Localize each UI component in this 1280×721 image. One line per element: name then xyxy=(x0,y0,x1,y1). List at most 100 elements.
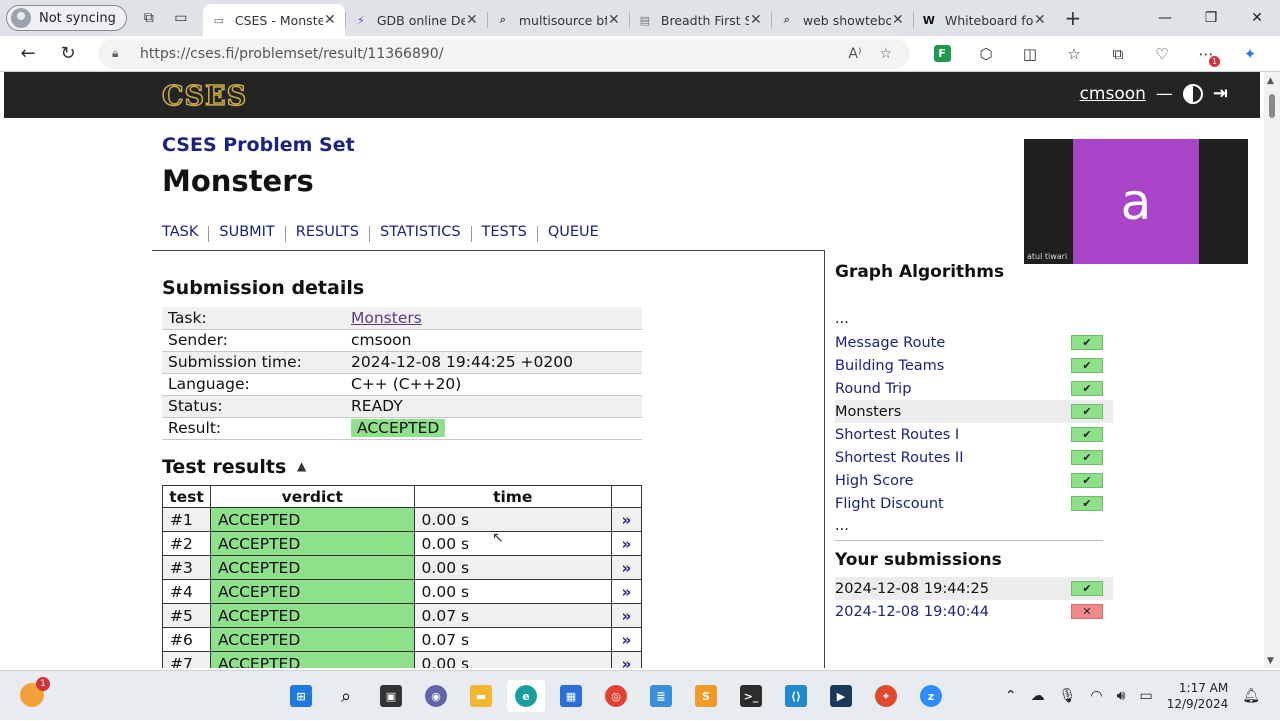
sidebar-problem-item[interactable]: Monsters ✔ xyxy=(835,400,1113,423)
theme-toggle-icon[interactable] xyxy=(1182,83,1203,104)
task-link[interactable]: Monsters xyxy=(351,309,422,327)
site-header: CSES cmsoon — ⇥ xyxy=(4,72,1260,118)
workspaces-icon[interactable]: ⧉ xyxy=(133,2,165,34)
sublime-text-icon[interactable]: S xyxy=(687,680,725,712)
split-screen-icon[interactable]: ◫ xyxy=(1008,39,1052,69)
sidebar-problem-item[interactable]: Message Route ✔ xyxy=(835,331,1113,354)
problemset-title[interactable]: CSES Problem Set xyxy=(162,134,355,156)
tray-overflow-icon[interactable]: ⌃ xyxy=(1005,688,1017,704)
sidebar-problem-item[interactable]: Shortest Routes I ✔ xyxy=(835,423,1113,446)
refresh-button[interactable]: ↻ xyxy=(50,39,86,69)
view-test-arrow-icon[interactable]: » xyxy=(610,651,643,668)
app-red-icon[interactable]: ✦ xyxy=(867,680,905,712)
close-tab-icon[interactable]: ✕ xyxy=(749,12,763,28)
ellipsis: ... xyxy=(835,518,849,534)
sidebar-divider xyxy=(835,540,1103,541)
wifi-icon[interactable]: ◠ xyxy=(1090,688,1102,704)
scroll-down-icon[interactable]: ▼ xyxy=(1267,656,1274,666)
file-explorer-icon[interactable]: ▬ xyxy=(462,680,500,712)
gdb-icon: ⚡ xyxy=(357,13,365,27)
terminal-icon[interactable]: >_ xyxy=(732,680,770,712)
read-aloud-icon[interactable]: A⁾ xyxy=(848,46,861,62)
minimize-button[interactable]: — xyxy=(1142,0,1188,36)
header-dash: — xyxy=(1155,83,1173,104)
back-button[interactable]: ← xyxy=(10,39,46,69)
browser-tab[interactable]: ▭ CSES - Monste ✕ xyxy=(202,4,345,36)
sidebar-problem-item[interactable]: Shortest Routes II ✔ xyxy=(835,446,1113,469)
test-results-heading[interactable]: Test results ▲ xyxy=(162,456,306,478)
close-window-button[interactable]: ✕ xyxy=(1234,0,1280,36)
task-view-icon[interactable]: ▣ xyxy=(372,680,410,712)
sidebar-problem-item[interactable]: Building Teams ✔ xyxy=(835,354,1113,377)
close-tab-icon[interactable]: ✕ xyxy=(607,12,621,28)
close-tab-icon[interactable]: ✕ xyxy=(465,12,479,28)
notepad-icon[interactable]: ≣ xyxy=(642,680,680,712)
start-button-icon[interactable]: ⊞ xyxy=(282,680,320,712)
browser-tab[interactable]: ▤ Breadth First Se✕ xyxy=(628,4,771,36)
browser-essentials-icon[interactable]: ♡ xyxy=(1140,39,1184,69)
cses-logo[interactable]: CSES xyxy=(161,80,247,113)
nav-tab-submit[interactable]: SUBMIT xyxy=(219,224,274,242)
sidebar-problem-item[interactable]: Round Trip ✔ xyxy=(835,377,1113,400)
nav-tab-statistics[interactable]: STATISTICS xyxy=(380,224,461,242)
view-test-arrow-icon[interactable]: » xyxy=(610,555,643,580)
browser-tab[interactable]: W Whiteboard for ✕ xyxy=(912,4,1055,36)
microsoft-store-icon[interactable]: ▦ xyxy=(552,680,590,712)
username-link[interactable]: cmsoon xyxy=(1080,84,1146,104)
collections-icon[interactable]: ⧉ xyxy=(1096,39,1140,69)
logout-icon[interactable]: ⇥ xyxy=(1213,83,1228,104)
close-tab-icon[interactable]: ✕ xyxy=(891,12,905,28)
address-bar[interactable]: 🔒︎ https://cses.fi/problemset/result/113… xyxy=(98,38,910,69)
favorites-icon[interactable]: ☆ xyxy=(1052,39,1096,69)
profile-button[interactable]: Not syncing xyxy=(6,5,127,31)
view-test-arrow-icon[interactable]: » xyxy=(610,531,643,556)
collapse-arrow-icon[interactable]: ▲ xyxy=(297,459,306,473)
view-test-arrow-icon[interactable]: » xyxy=(610,627,643,652)
sidebar-problem-item[interactable]: Flight Discount ✔ xyxy=(835,492,1113,515)
new-tab-button[interactable]: + xyxy=(1055,6,1091,30)
cloud-sync-icon[interactable]: ☁ xyxy=(1031,688,1045,704)
prime-video-icon[interactable]: ▶ xyxy=(822,680,860,712)
view-test-arrow-icon[interactable]: » xyxy=(610,507,643,532)
weather-widget-icon[interactable]: 1 xyxy=(20,677,50,707)
edge-browser-icon[interactable]: e xyxy=(507,680,545,712)
search-icon[interactable]: ⌕ xyxy=(327,680,365,712)
submission-item[interactable]: 2024-12-08 19:40:44 ✕ xyxy=(835,600,1113,623)
nav-tab-queue[interactable]: QUEUE xyxy=(548,224,599,242)
restore-button[interactable]: ❐ xyxy=(1188,0,1234,36)
extension-green-icon[interactable]: F xyxy=(920,39,964,69)
close-tab-icon[interactable]: ✕ xyxy=(323,12,337,28)
column-header: time xyxy=(413,485,612,508)
favorite-star-icon[interactable]: ☆ xyxy=(879,46,892,62)
copilot-icon[interactable]: ✦ xyxy=(1228,39,1272,69)
nav-tab-task[interactable]: TASK xyxy=(162,224,198,242)
zoom-icon[interactable]: z xyxy=(912,680,950,712)
scrollbar-thumb[interactable] xyxy=(1269,94,1275,118)
browser-tab[interactable]: ⌕ multisource bfs ✕ xyxy=(486,4,629,36)
scroll-up-icon[interactable]: ▲ xyxy=(1267,76,1274,86)
nav-tab-tests[interactable]: TESTS xyxy=(482,224,527,242)
page-scrollbar[interactable]: ▲ ▼ xyxy=(1264,72,1280,668)
view-test-arrow-icon[interactable]: » xyxy=(610,603,643,628)
extensions-icon[interactable]: ⬡ xyxy=(964,39,1008,69)
search-icon: ⌕ xyxy=(783,13,790,26)
teams-chat-icon[interactable]: ◉ xyxy=(417,680,455,712)
chrome-icon[interactable]: ◎ xyxy=(597,680,635,712)
view-test-arrow-icon[interactable]: » xyxy=(610,579,643,604)
notifications-bell-icon[interactable]: 🔔︎ xyxy=(1242,688,1260,704)
nav-tab-results[interactable]: RESULTS xyxy=(296,224,359,242)
browser-tab[interactable]: ⌕ web showtebo ✕ xyxy=(770,4,913,36)
sidebar-problem-item[interactable]: High Score ✔ xyxy=(835,469,1113,492)
settings-more-icon[interactable]: ⋯ 1 xyxy=(1184,39,1228,69)
tab-actions-icon[interactable]: ▭ xyxy=(165,2,197,34)
verdict-cell: ACCEPTED xyxy=(209,531,415,556)
battery-icon[interactable]: ▭ xyxy=(1139,688,1152,704)
browser-tab[interactable]: ⚡ GDB online De ✕ xyxy=(344,4,487,36)
volume-icon[interactable]: 🔊︎ xyxy=(1117,688,1126,704)
detail-value-cell: 2024-12-08 19:44:25 +0200 xyxy=(345,351,642,374)
submission-item[interactable]: 2024-12-08 19:44:25 ✔ xyxy=(835,577,1113,600)
close-tab-icon[interactable]: ✕ xyxy=(1033,12,1047,28)
microphone-icon[interactable]: 🎙︎ xyxy=(1059,688,1077,704)
vscode-icon[interactable]: ⟨⟩ xyxy=(777,680,815,712)
system-clock[interactable]: 1:17 AM 12/9/2024 xyxy=(1167,680,1229,712)
